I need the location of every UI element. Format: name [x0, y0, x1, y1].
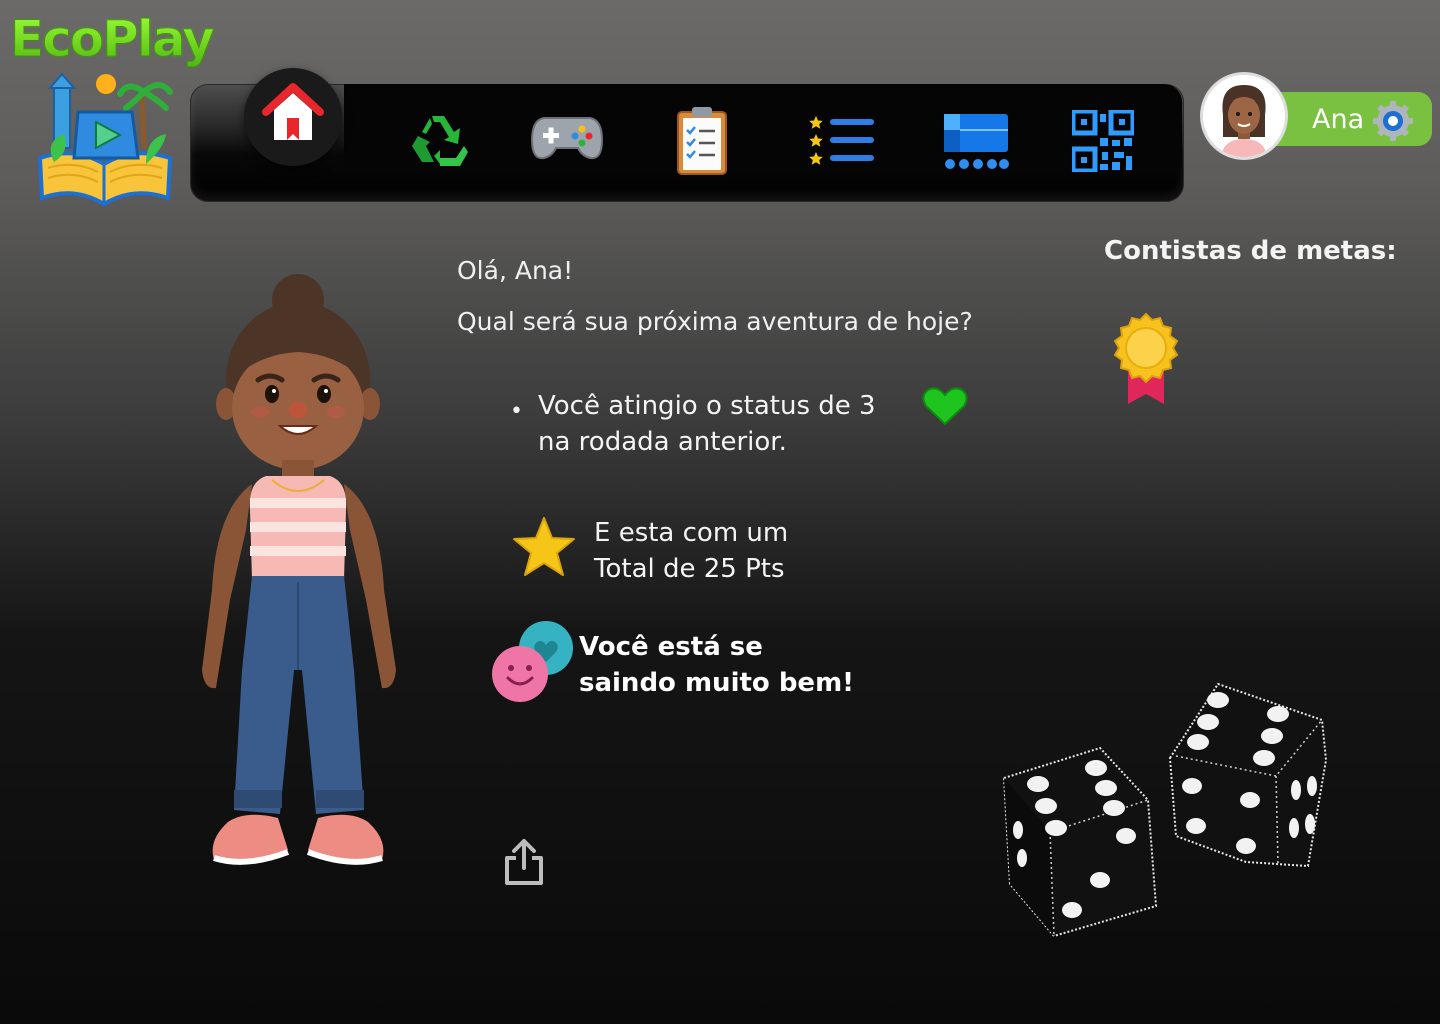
- app-logo-text: EcoPlay: [10, 10, 216, 69]
- status-line-1: Você atingio o status de 3: [538, 391, 876, 421]
- dice-illustration: [1002, 682, 1328, 938]
- points-line-2: Total de 25 Pts: [594, 554, 785, 584]
- nav-recycle-icon[interactable]: [404, 110, 472, 172]
- nav-clipboard-icon[interactable]: [674, 104, 730, 176]
- nav-ranking-list-icon[interactable]: [808, 114, 876, 170]
- home-icon: [262, 83, 324, 140]
- status-line-2: na rodada anterior.: [538, 427, 787, 457]
- share-icon[interactable]: [503, 838, 545, 886]
- ecoplay-logo-icon: [37, 72, 173, 206]
- character-girl-illustration: [202, 274, 396, 865]
- encourage-line-1: Você está se: [579, 632, 763, 662]
- nav-qr-code-icon[interactable]: [1072, 110, 1134, 172]
- greeting-text: Olá, Ana!: [457, 256, 574, 285]
- profile-name: Ana: [1312, 104, 1365, 135]
- goals-title: Contistas de metas:: [1104, 236, 1397, 266]
- gear-icon[interactable]: [1372, 100, 1414, 142]
- nav-dashboard-icon[interactable]: [942, 112, 1010, 172]
- bullet-point: •: [510, 399, 523, 424]
- star-icon: [513, 517, 575, 576]
- status-message: Você atingio o status de 3 na rodada ant…: [538, 388, 876, 460]
- emoji-bubbles-icon: [492, 621, 573, 702]
- points-line-1: E esta com um: [594, 518, 789, 548]
- points-message: E esta com um Total de 25 Pts: [594, 515, 788, 587]
- medal-icon: [1113, 312, 1179, 404]
- encourage-line-2: saindo muito bem!: [579, 668, 855, 698]
- encouragement-message: Você está se saindo muito bem!: [579, 629, 854, 701]
- nav-gamepad-icon[interactable]: [530, 112, 604, 164]
- question-text: Qual será sua próxima aventura de hoje?: [457, 307, 973, 336]
- avatar-girl-icon: [1221, 85, 1267, 157]
- nav-home-button[interactable]: [244, 68, 342, 166]
- user-avatar[interactable]: [1200, 72, 1288, 160]
- green-heart-icon: [922, 387, 968, 426]
